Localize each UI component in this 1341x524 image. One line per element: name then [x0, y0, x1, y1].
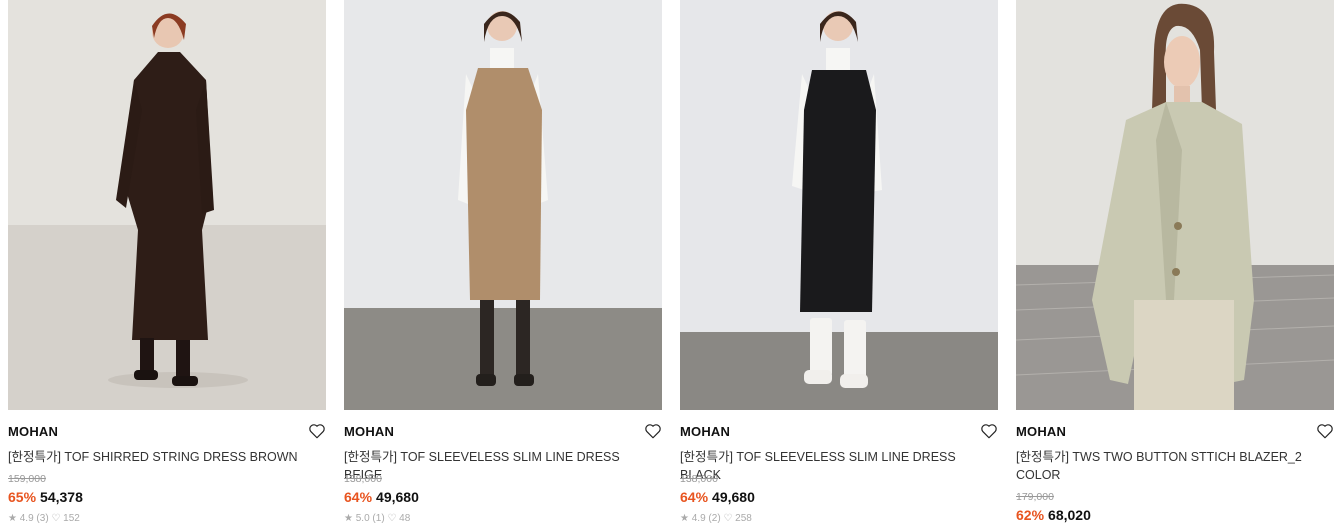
price-row: 64% 49,680 — [680, 489, 755, 505]
product-image[interactable] — [1016, 0, 1334, 410]
product-card[interactable]: MOHAN [한정특가] TOF SHIRRED STRING DRESS BR… — [8, 0, 326, 524]
original-price: 159,000 — [8, 473, 46, 485]
review-meta: ★ 4.9 (2) ♡ 258 — [680, 513, 752, 524]
product-card[interactable]: MOHAN [한정특가] TWS TWO BUTTON STTICH BLAZE… — [1016, 0, 1334, 523]
discount-rate: 64% — [344, 489, 373, 505]
product-image[interactable] — [8, 0, 326, 410]
heart-outline-icon[interactable] — [980, 422, 998, 440]
sale-price: 49,680 — [376, 489, 419, 505]
product-card[interactable]: MOHAN [한정특가] TOF SLEEVELESS SLIM LINE DR… — [680, 0, 998, 524]
product-grid: MOHAN [한정특가] TOF SHIRRED STRING DRESS BR… — [8, 0, 1334, 524]
sale-price: 49,680 — [712, 489, 755, 505]
product-name[interactable]: [한정특가] TWS TWO BUTTON STTICH BLAZER_2 CO… — [1016, 448, 1316, 484]
original-price: 179,000 — [1016, 491, 1054, 503]
brand-name[interactable]: MOHAN — [680, 424, 730, 439]
price-row: 64% 49,680 — [344, 489, 419, 505]
heart-outline-icon[interactable] — [308, 422, 326, 440]
product-name[interactable]: [한정특가] TOF SLEEVELESS SLIM LINE DRESS BL… — [680, 448, 980, 484]
sale-price: 54,378 — [40, 489, 83, 505]
original-price: 138,000 — [344, 473, 382, 485]
heart-outline-icon[interactable] — [644, 422, 662, 440]
price-row: 65% 54,378 — [8, 489, 83, 505]
product-image[interactable] — [680, 0, 998, 410]
product-image[interactable] — [344, 0, 662, 410]
original-price: 138,000 — [680, 473, 718, 485]
product-name[interactable]: [한정특가] TOF SHIRRED STRING DRESS BROWN — [8, 448, 308, 466]
discount-rate: 65% — [8, 489, 37, 505]
review-meta: ★ 4.9 (3) ♡ 152 — [8, 513, 80, 524]
product-name[interactable]: [한정특가] TOF SLEEVELESS SLIM LINE DRESS BE… — [344, 448, 644, 484]
product-card[interactable]: MOHAN [한정특가] TOF SLEEVELESS SLIM LINE DR… — [344, 0, 662, 524]
brand-name[interactable]: MOHAN — [1016, 424, 1066, 439]
discount-rate: 64% — [680, 489, 709, 505]
brand-name[interactable]: MOHAN — [8, 424, 58, 439]
brand-name[interactable]: MOHAN — [344, 424, 394, 439]
review-meta: ★ 5.0 (1) ♡ 48 — [344, 513, 411, 524]
heart-outline-icon[interactable] — [1316, 422, 1334, 440]
